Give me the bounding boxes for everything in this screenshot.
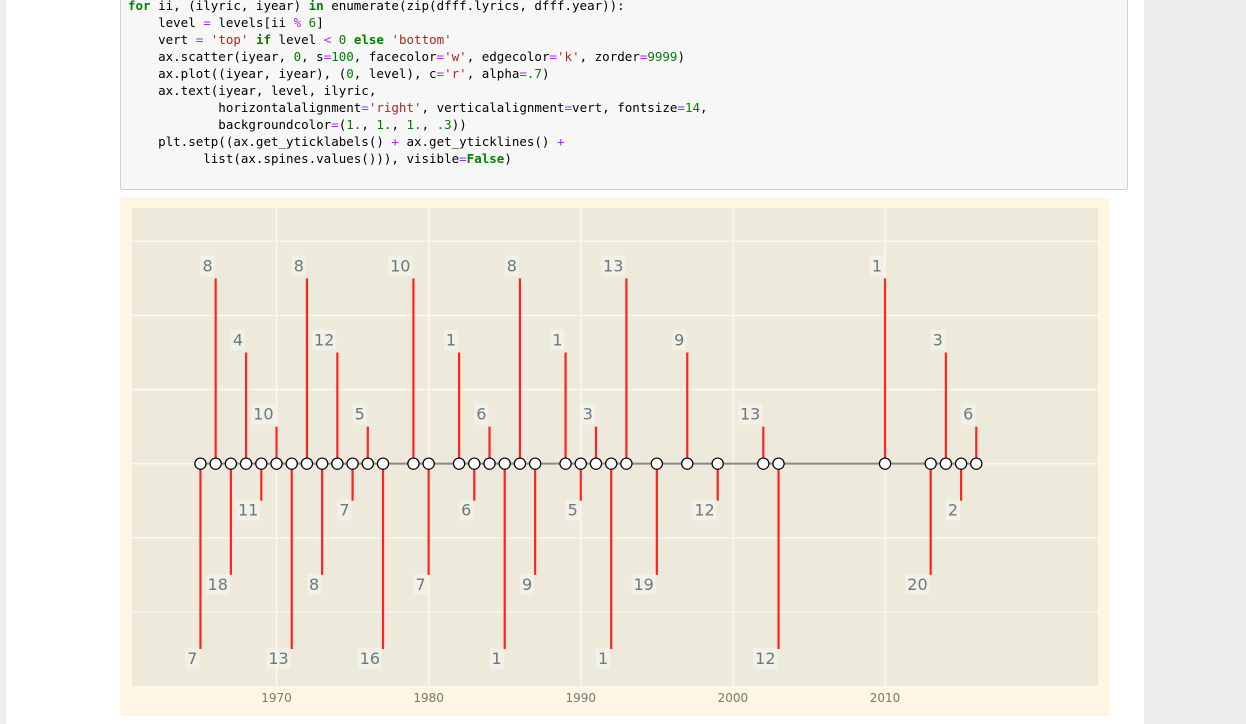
data-label: 12 [694,501,714,520]
year-marker [681,457,694,470]
year-marker [239,457,253,470]
year-marker [194,457,207,470]
data-label: 9 [522,575,532,594]
year-marker [711,457,724,470]
data-label: 10 [253,405,273,424]
data-label: 8 [202,256,212,275]
data-label: 13 [603,256,623,275]
year-marker [255,457,268,470]
code-line: plt.setp((ax.get_yticklabels() + ax.get_… [128,134,565,149]
year-marker [513,457,527,470]
data-label: 1 [598,649,608,668]
x-tick-label: 2010 [870,691,901,705]
data-label: 7 [187,649,197,668]
data-label: 20 [907,575,927,594]
data-label: 9 [674,331,684,350]
data-label: 11 [238,501,258,520]
data-label: 12 [755,649,775,668]
data-label: 3 [583,405,593,424]
data-label: 7 [415,575,425,594]
year-marker [970,457,983,470]
data-label: 1 [872,256,882,275]
year-marker [331,457,344,470]
x-tick-label: 2000 [718,691,749,705]
data-label: 13 [268,649,288,668]
year-marker [407,457,420,470]
year-marker [483,457,496,470]
code-block: for ii, (ilyric, iyear) in enumerate(zip… [121,0,1127,167]
data-label: 8 [294,256,304,275]
data-label: 19 [633,575,653,594]
year-marker [924,457,937,470]
code-line: horizontalalignment='right', verticalali… [128,100,708,115]
data-label: 8 [507,256,517,275]
code-line: vert = 'top' if level < 0 else 'bottom' [128,32,452,47]
x-tick-label: 1990 [565,691,596,705]
year-marker [285,457,298,470]
year-marker [361,457,374,470]
year-marker [559,457,572,470]
year-marker [422,457,435,470]
data-label: 1 [446,331,456,350]
year-marker [878,457,892,470]
year-marker [468,457,481,470]
year-marker [209,457,222,470]
code-line: ax.text(iyear, level, ilyric, [128,83,377,98]
output-area: 7 8 18 4 11 10 13 8 8 12 7 5 16 10 7 1 6 6 1 8 9 1 5 3 1 13 19 9 12 1… [120,198,1110,716]
data-label: 1 [552,331,562,350]
year-marker [589,457,603,470]
year-marker [376,457,390,470]
year-marker [270,457,283,470]
code-line: backgroundcolor=(1., 1., 1., .3)) [128,117,467,132]
year-marker [528,457,542,470]
data-label: 5 [355,405,365,424]
data-label: 6 [461,501,471,520]
data-label: 16 [360,649,380,668]
data-label: 6 [476,405,486,424]
code-line: for ii, (ilyric, iyear) in enumerate(zip… [128,0,625,13]
year-marker [498,457,511,470]
data-label: 5 [568,501,578,520]
data-label: 3 [933,331,943,350]
x-tick-label: 1970 [261,691,292,705]
year-marker [574,457,587,470]
year-marker [772,457,785,470]
notebook-page: for ii, (ilyric, iyear) in enumerate(zip… [6,0,1144,724]
year-marker [224,457,238,470]
data-label: 18 [208,575,228,594]
data-label: 10 [390,256,410,275]
timeline-chart: 7818411101388127516107166189153113199121… [120,198,1110,716]
x-tick-label: 1980 [413,691,444,705]
year-marker [452,457,466,470]
code-line: level = levels[ii % 6] [128,15,324,30]
code-cell[interactable]: for ii, (ilyric, iyear) in enumerate(zip… [120,0,1128,190]
data-label: 2 [948,501,958,520]
data-label: 6 [963,405,973,424]
year-marker [315,457,329,470]
year-marker [650,457,664,470]
data-label: 12 [314,331,334,350]
data-label: 8 [309,575,319,594]
code-line: ax.scatter(iyear, 0, s=100, facecolor='w… [128,49,685,64]
data-label: 13 [740,405,760,424]
year-marker [620,457,633,470]
code-line: ax.plot((iyear, iyear), (0, level), c='r… [128,66,550,81]
year-marker [346,457,359,470]
year-marker [939,457,953,470]
data-label: 1 [492,649,502,668]
data-label: 7 [339,501,349,520]
year-marker [604,457,618,470]
year-marker [757,457,770,470]
data-label: 4 [233,331,243,350]
code-line: list(ax.spines.values())), visible=False… [128,151,512,166]
year-marker [954,457,968,470]
year-marker [300,457,314,470]
